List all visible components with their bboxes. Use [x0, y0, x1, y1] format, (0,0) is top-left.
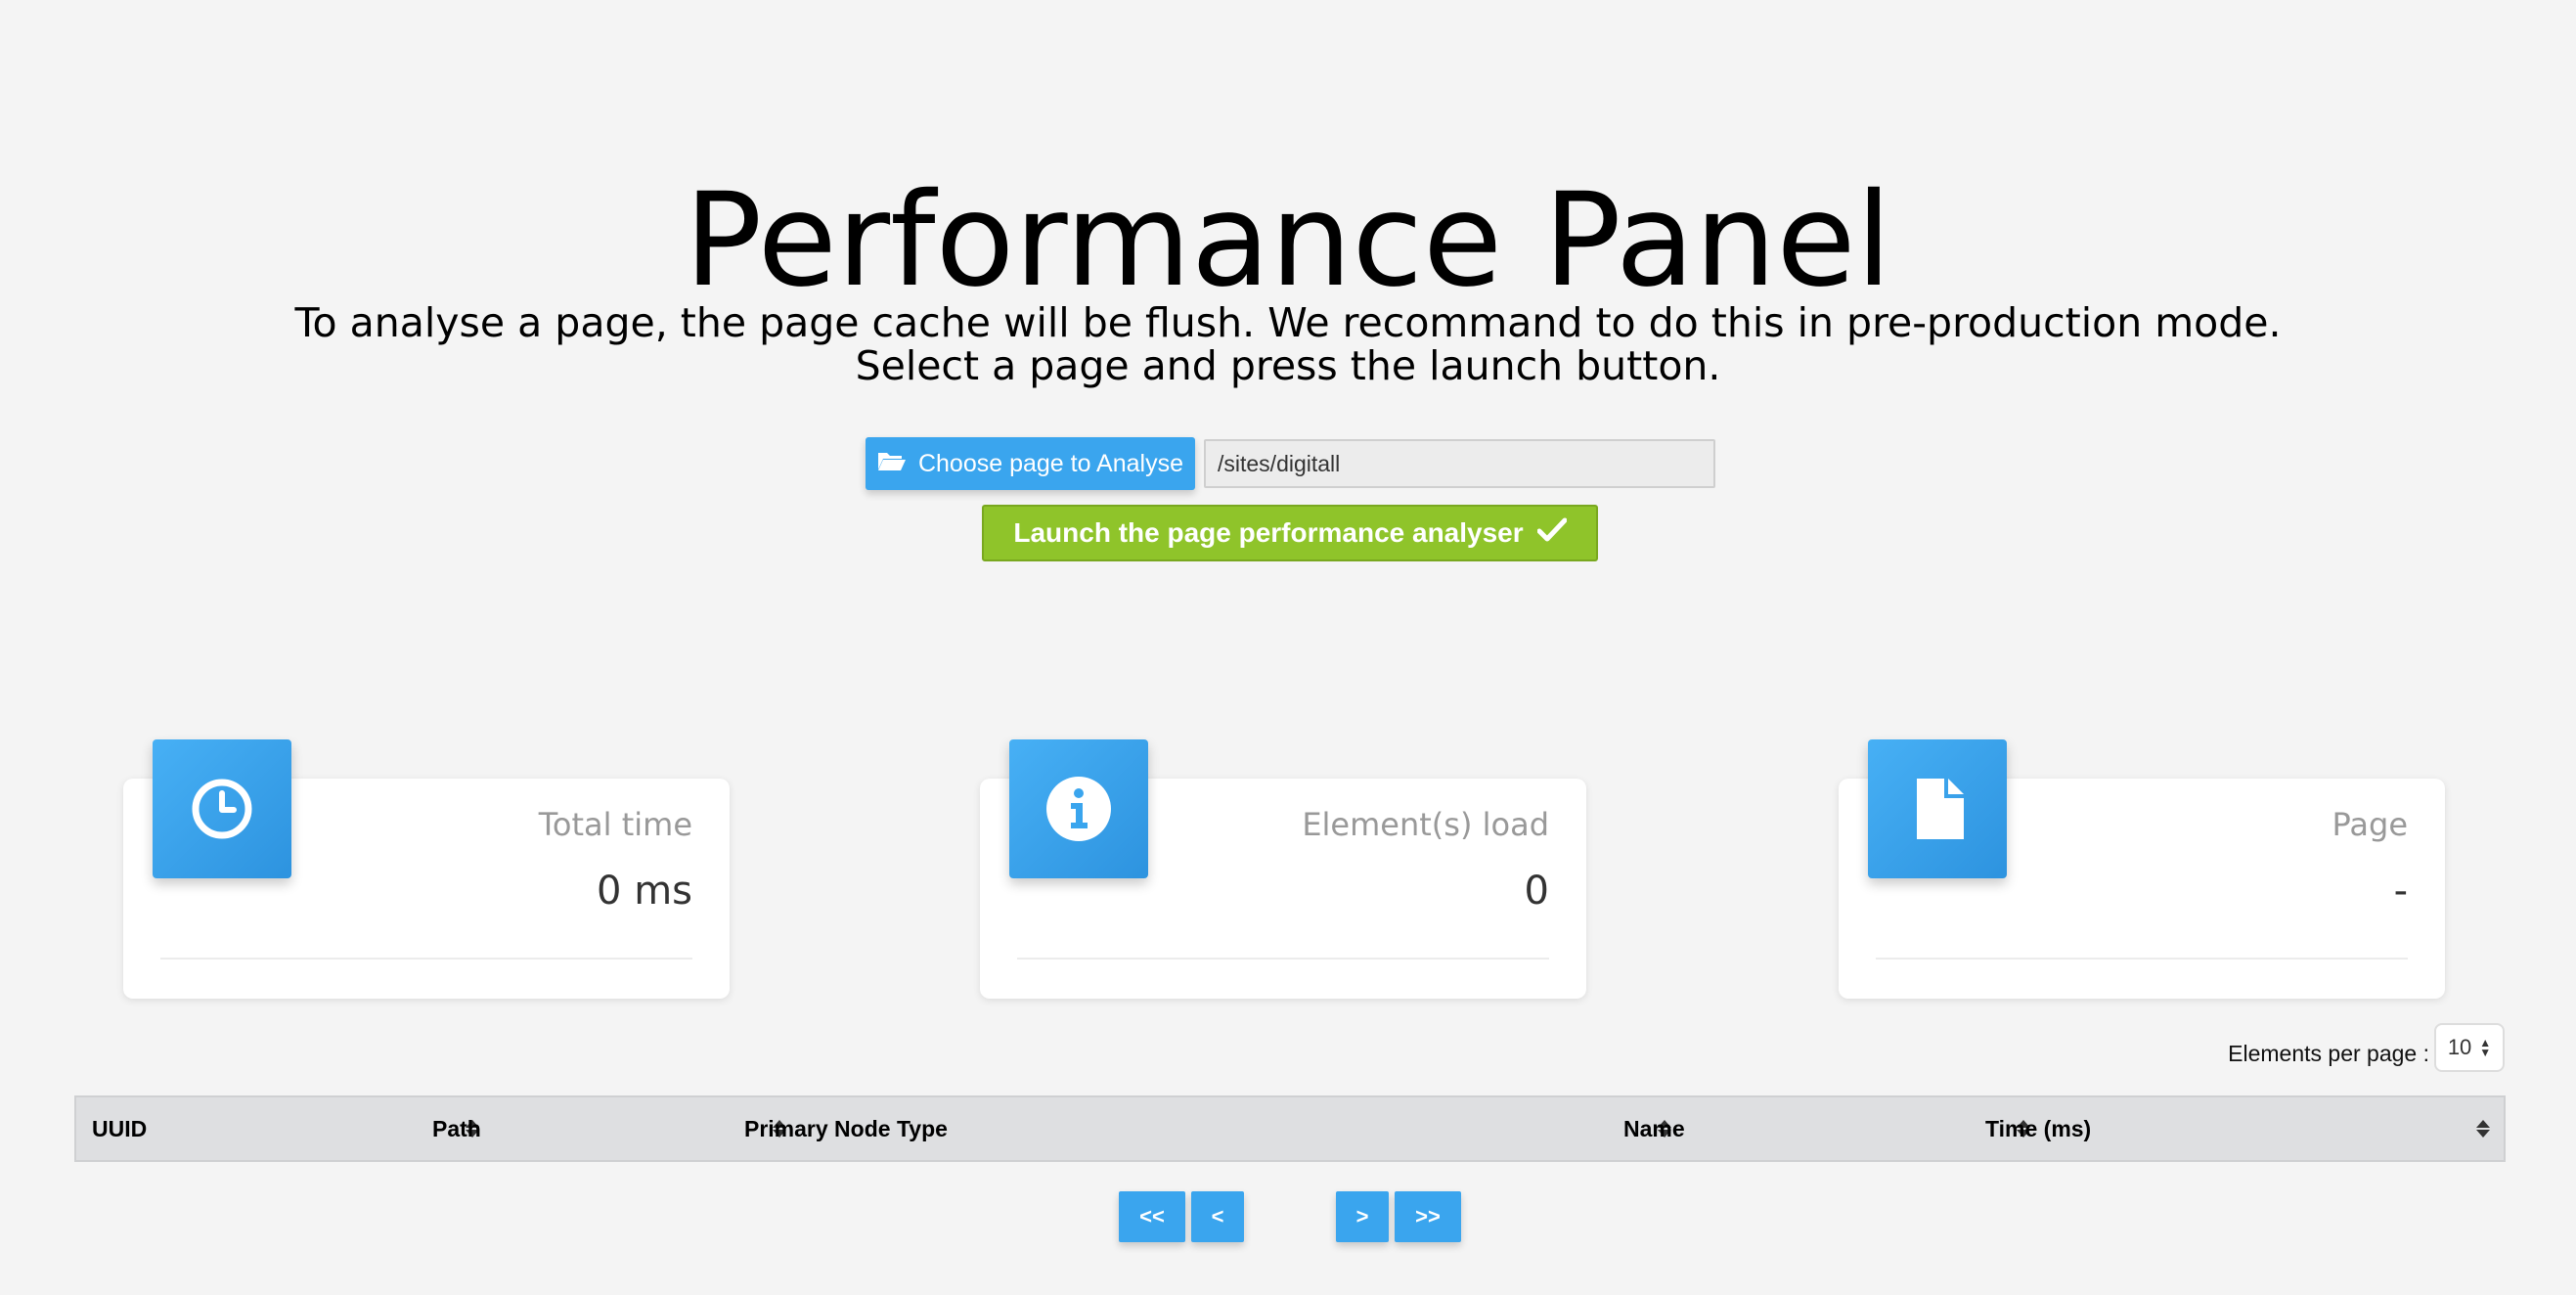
column-label: Name: [1623, 1115, 1685, 1141]
page-card: Page -: [1839, 739, 2445, 999]
column-label: Path: [432, 1115, 481, 1141]
page-subtitle: To analyse a page, the page cache will b…: [0, 301, 2576, 387]
page-path-field[interactable]: /sites/digitall: [1204, 439, 1715, 488]
column-label: Time (ms): [1985, 1115, 2092, 1141]
column-label: Primary Node Type: [744, 1115, 948, 1141]
sort-icon: [2476, 1120, 2490, 1138]
column-label: UUID: [92, 1115, 148, 1141]
card-label: Element(s) load: [1302, 806, 1549, 843]
column-header-path[interactable]: Path: [432, 1097, 786, 1160]
card-value: -: [2393, 869, 2408, 914]
elements-per-page-label: Elements per page :: [2228, 1041, 2429, 1066]
subtitle-line-1: To analyse a page, the page cache will b…: [294, 299, 2282, 346]
select-arrows-icon: ▲ ▼: [2479, 1036, 2492, 1059]
card-divider: [160, 958, 692, 960]
card-label: Page: [2332, 806, 2408, 843]
file-icon: [1868, 739, 2007, 878]
elements-per-page-value: 10: [2447, 1035, 2472, 1059]
column-header-primary-node-type[interactable]: Primary Node Type: [744, 1097, 1671, 1160]
total-time-card: Total time 0 ms: [123, 739, 730, 999]
launch-analyser-button[interactable]: Launch the page performance analyser: [982, 505, 1598, 561]
card-value: 0: [1524, 869, 1549, 914]
next-page-button[interactable]: >: [1336, 1191, 1389, 1242]
subtitle-line-2: Select a page and press the launch butto…: [855, 342, 1721, 389]
check-icon: [1536, 517, 1568, 550]
elements-per-page-select[interactable]: 10 ▲ ▼: [2434, 1023, 2505, 1072]
elements-load-card: Element(s) load 0: [980, 739, 1586, 999]
results-table-header: UUID Path Primary Node Type Name Time (m…: [74, 1095, 2506, 1162]
card-divider: [1876, 958, 2408, 960]
first-page-button[interactable]: <<: [1119, 1191, 1185, 1242]
launch-analyser-label: Launch the page performance analyser: [1013, 517, 1524, 548]
previous-page-button[interactable]: <: [1191, 1191, 1244, 1242]
info-icon: [1009, 739, 1148, 878]
folder-open-icon: [877, 449, 907, 479]
performance-panel-page: Performance Panel To analyse a page, the…: [0, 0, 2576, 1295]
column-header-uuid[interactable]: UUID: [92, 1097, 479, 1160]
card-value: 0 ms: [597, 869, 692, 914]
page-title: Performance Panel: [684, 165, 1892, 316]
card-divider: [1017, 958, 1549, 960]
last-page-button[interactable]: >>: [1395, 1191, 1461, 1242]
clock-icon: [153, 739, 291, 878]
card-label: Total time: [538, 806, 692, 843]
choose-page-button[interactable]: Choose page to Analyse: [866, 437, 1195, 490]
choose-page-label: Choose page to Analyse: [917, 449, 1184, 477]
column-header-time[interactable]: Time (ms): [1985, 1097, 2490, 1160]
column-header-name[interactable]: Name: [1623, 1097, 2030, 1160]
